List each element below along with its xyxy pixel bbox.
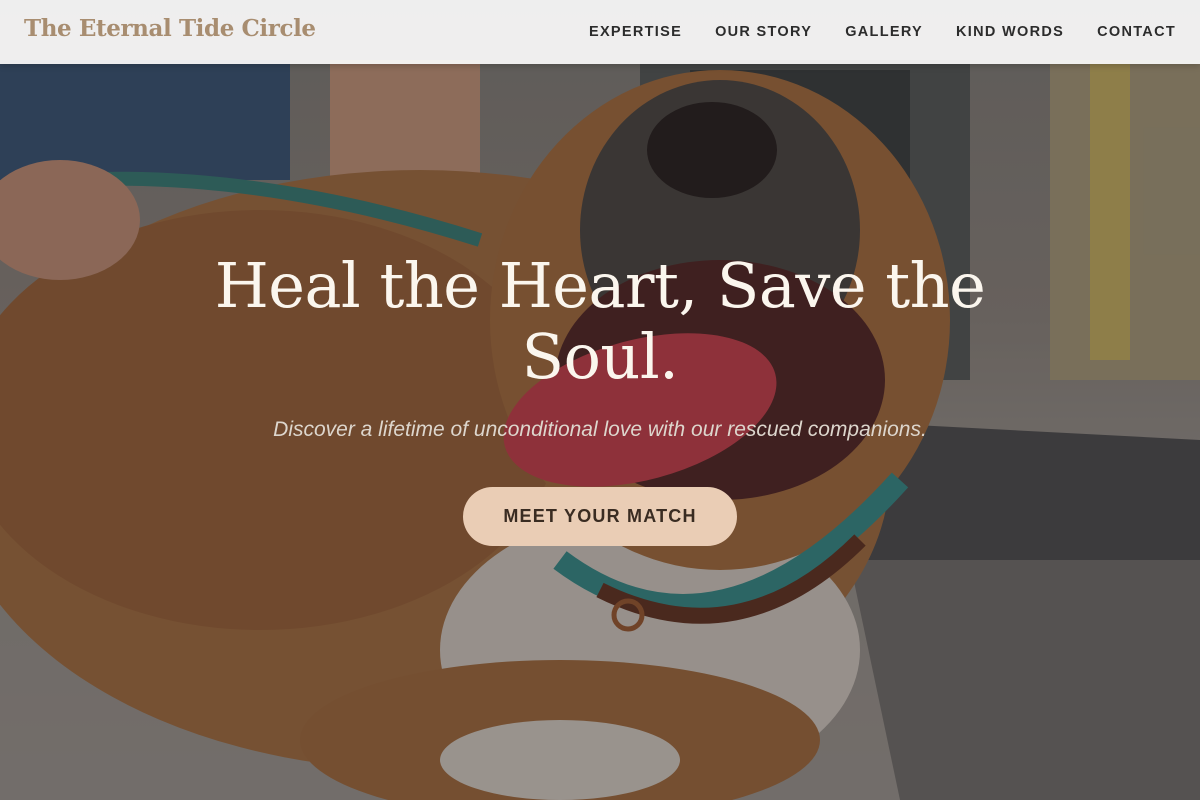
site-header: The Eternal Tide Circle EXPERTISE OUR ST… xyxy=(0,0,1200,64)
hero-subtitle: Discover a lifetime of unconditional lov… xyxy=(273,418,927,441)
hero-content: Heal the Heart, Save the Soul. Discover … xyxy=(0,250,1200,546)
hero-title: Heal the Heart, Save the Soul. xyxy=(214,249,986,393)
nav-link-our-story[interactable]: OUR STORY xyxy=(715,24,812,40)
nav-link-kind-words[interactable]: KIND WORDS xyxy=(956,24,1064,40)
main-nav: EXPERTISE OUR STORY GALLERY KIND WORDS C… xyxy=(589,0,1176,64)
nav-link-gallery[interactable]: GALLERY xyxy=(845,24,923,40)
brand-logo-link[interactable]: The Eternal Tide Circle xyxy=(24,15,316,42)
nav-link-contact[interactable]: CONTACT xyxy=(1097,24,1176,40)
meet-your-match-button[interactable]: MEET YOUR MATCH xyxy=(463,487,737,546)
nav-link-expertise[interactable]: EXPERTISE xyxy=(589,24,682,40)
